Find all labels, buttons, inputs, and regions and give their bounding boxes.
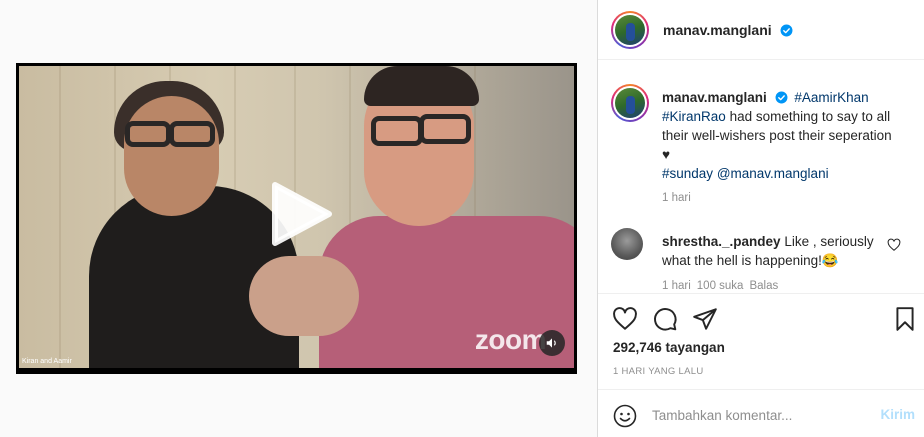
comment-meta: 1 hari 100 suka Balas bbox=[662, 280, 778, 292]
post-video[interactable]: zoom Kiran and Aamir bbox=[16, 63, 577, 374]
commenter-avatar[interactable] bbox=[611, 228, 643, 260]
action-bar: 292,746 tayangan 1 HARI YANG LALU bbox=[598, 293, 924, 389]
comments-list[interactable]: manav.manglani #AamirKhan #KiranRao had … bbox=[598, 61, 924, 293]
comment-icon[interactable] bbox=[652, 306, 678, 332]
instagram-post-page: zoom Kiran and Aamir manav.manglani mana… bbox=[0, 0, 924, 437]
heart-icon[interactable] bbox=[887, 238, 901, 252]
play-icon[interactable] bbox=[267, 181, 333, 247]
mute-button[interactable] bbox=[539, 330, 565, 356]
emoji-icon[interactable] bbox=[613, 404, 637, 428]
zoom-watermark: zoom bbox=[474, 324, 547, 355]
caption-timestamp[interactable]: 1 hari bbox=[662, 192, 691, 204]
add-comment-input[interactable] bbox=[652, 404, 862, 426]
heart-emoji: ♥ bbox=[662, 147, 671, 162]
comment-timestamp[interactable]: 1 hari bbox=[662, 280, 691, 292]
mute-icon bbox=[546, 338, 556, 348]
bookmark-icon[interactable] bbox=[892, 306, 918, 332]
add-comment-bar: Kirim bbox=[598, 389, 924, 437]
commenter-username-link[interactable]: shrestha._.pandey bbox=[662, 234, 781, 249]
post-header: manav.manglani bbox=[598, 0, 924, 60]
caption-text: manav.manglani #AamirKhan #KiranRao had … bbox=[662, 88, 912, 183]
holding-hands bbox=[249, 256, 359, 336]
media-area: zoom Kiran and Aamir bbox=[0, 0, 597, 437]
mention-manav-manglani[interactable]: @manav.manglani bbox=[717, 166, 829, 181]
posted-time[interactable]: 1 HARI YANG LALU bbox=[613, 366, 704, 377]
share-icon[interactable] bbox=[692, 306, 718, 332]
verified-icon bbox=[780, 24, 793, 36]
hashtag-sunday[interactable]: #sunday bbox=[662, 166, 713, 181]
author-username-link[interactable]: manav.manglani bbox=[663, 22, 793, 38]
hashtag-kiranrao[interactable]: #KiranRao bbox=[662, 109, 726, 124]
caption-username-link[interactable]: manav.manglani bbox=[662, 90, 767, 105]
author-avatar[interactable] bbox=[611, 10, 649, 49]
heart-icon[interactable] bbox=[612, 306, 638, 332]
post-comment-button[interactable]: Kirim bbox=[880, 407, 915, 422]
reply-button[interactable]: Balas bbox=[749, 280, 778, 292]
comment-likes-count[interactable]: 100 suka bbox=[697, 280, 744, 292]
video-overlay-caption: Kiran and Aamir bbox=[22, 358, 72, 365]
comment-text: shrestha._.pandey Like , seriously what … bbox=[662, 232, 882, 270]
caption-avatar[interactable] bbox=[611, 84, 649, 122]
views-count[interactable]: 292,746 tayangan bbox=[613, 340, 725, 355]
hashtag-aamirkhan[interactable]: #AamirKhan bbox=[794, 90, 868, 105]
verified-icon bbox=[775, 91, 788, 104]
post-side-panel: manav.manglani manav.manglani #AamirKhan… bbox=[597, 0, 924, 437]
